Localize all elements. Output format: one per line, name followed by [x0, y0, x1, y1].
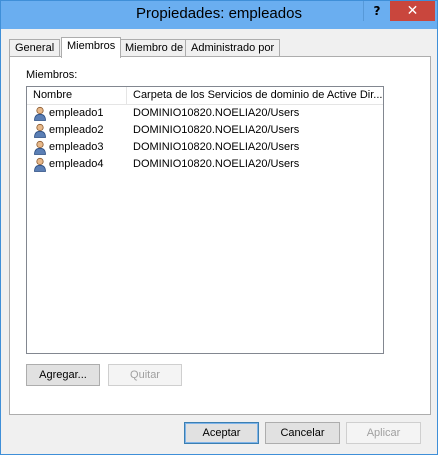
members-label: Miembros:: [26, 69, 78, 81]
tab-miembro-de[interactable]: Miembro de: [119, 39, 190, 57]
close-button[interactable]: ✕: [390, 1, 435, 21]
user-icon: [33, 106, 47, 121]
member-name: empleado3: [49, 141, 104, 153]
member-folder: DOMINIO10820.NOELIA20/Users: [133, 107, 300, 119]
member-folder: DOMINIO10820.NOELIA20/Users: [133, 141, 300, 153]
user-icon: [33, 140, 47, 155]
tab-miembros[interactable]: Miembros: [61, 37, 122, 58]
list-item[interactable]: empleado2 DOMINIO10820.NOELIA20/Users: [27, 122, 383, 139]
list-item[interactable]: empleado3 DOMINIO10820.NOELIA20/Users: [27, 139, 383, 156]
ok-button[interactable]: Aceptar: [184, 422, 259, 444]
cancel-button[interactable]: Cancelar: [265, 422, 340, 444]
list-item[interactable]: empleado4 DOMINIO10820.NOELIA20/Users: [27, 156, 383, 173]
column-header-nombre[interactable]: Nombre: [27, 87, 125, 104]
list-item[interactable]: empleado1 DOMINIO10820.NOELIA20/Users: [27, 105, 383, 122]
apply-button[interactable]: Aplicar: [346, 422, 421, 444]
tab-general[interactable]: General: [9, 39, 61, 57]
member-name: empleado2: [49, 124, 104, 136]
user-icon: [33, 157, 47, 172]
member-name: empleado4: [49, 158, 104, 170]
add-button[interactable]: Agregar...: [26, 364, 100, 386]
member-name: empleado1: [49, 107, 104, 119]
user-icon: [33, 123, 47, 138]
help-button[interactable]: ?: [363, 1, 390, 21]
title-bar[interactable]: Propiedades: empleados ? ✕: [1, 1, 437, 29]
members-list[interactable]: Nombre Carpeta de los Servicios de domin…: [26, 86, 384, 354]
list-header: Nombre Carpeta de los Servicios de domin…: [27, 87, 383, 105]
remove-button[interactable]: Quitar: [108, 364, 182, 386]
column-header-carpeta[interactable]: Carpeta de los Servicios de dominio de A…: [127, 87, 383, 104]
tab-administrado-por[interactable]: Administrado por: [185, 39, 281, 57]
properties-dialog: Propiedades: empleados ? ✕ General Miemb…: [0, 0, 438, 455]
member-folder: DOMINIO10820.NOELIA20/Users: [133, 124, 300, 136]
tab-panel-miembros: Miembros: Nombre Carpeta de los Servicio…: [9, 56, 431, 415]
member-folder: DOMINIO10820.NOELIA20/Users: [133, 158, 300, 170]
